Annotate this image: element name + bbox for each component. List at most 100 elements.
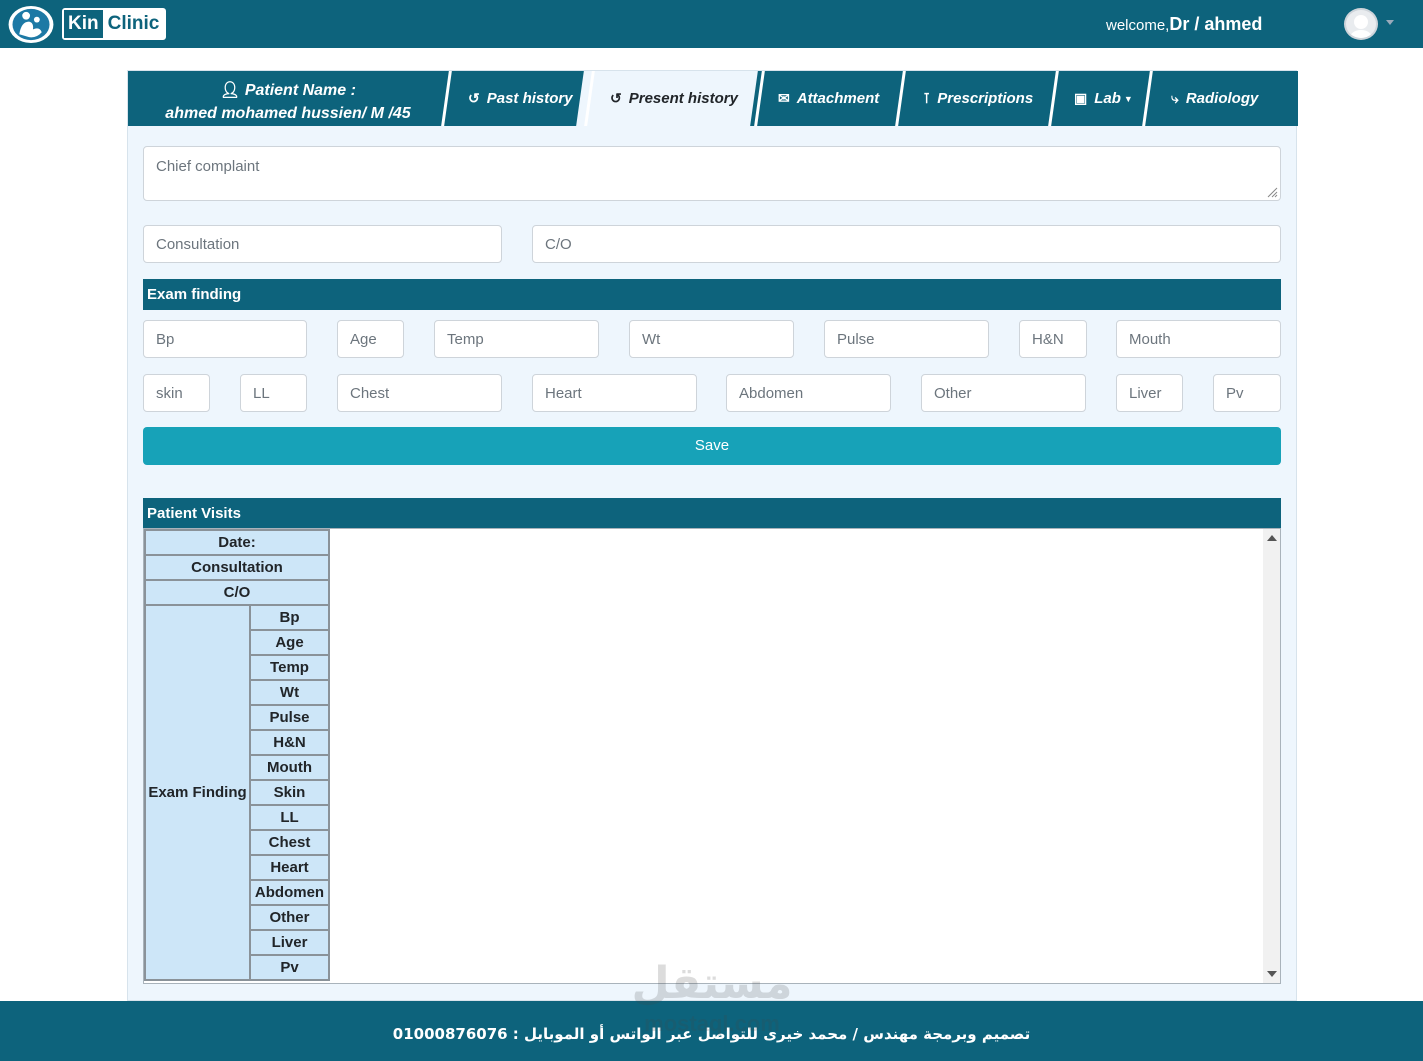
exam-row-cell: LL: [249, 804, 330, 831]
other-input[interactable]: Other: [921, 374, 1086, 412]
clinic-logo-icon[interactable]: [7, 5, 55, 44]
exam-row-cell: Bp: [249, 604, 330, 631]
exam-row-cell: Chest: [249, 829, 330, 856]
heart-placeholder: Heart: [545, 384, 582, 402]
patient-card: 👤︎ Patient Name : ahmed mohamed hussien/…: [127, 70, 1298, 1001]
tab-prescriptions[interactable]: ⊺ Prescriptions: [923, 71, 1033, 126]
liver-input[interactable]: Liver: [1116, 374, 1183, 412]
tab-present-history[interactable]: ↺ Present history: [610, 71, 738, 126]
exam-row-cell: Skin: [249, 779, 330, 806]
abdomen-placeholder: Abdomen: [739, 384, 804, 402]
hn-placeholder: H&N: [1032, 330, 1064, 348]
wt-input[interactable]: Wt: [629, 320, 794, 358]
chest-placeholder: Chest: [350, 384, 390, 402]
skin-input[interactable]: skin: [143, 374, 210, 412]
tab-separator: [895, 71, 906, 126]
welcome-name: ahmed: [1204, 14, 1263, 34]
tab-lab[interactable]: ▣ Lab ▼: [1074, 71, 1133, 126]
tab-label: Radiology: [1185, 90, 1259, 107]
consultation-placeholder: Consultation: [156, 235, 240, 253]
tab-separator: [1142, 71, 1153, 126]
vertical-scrollbar[interactable]: [1263, 529, 1280, 983]
brand-logo[interactable]: Kin Clinic: [62, 8, 167, 40]
mostaql-watermark: مستقل mostaql.com: [622, 955, 802, 1040]
exam-row-cell: Liver: [249, 929, 330, 956]
exam-row-cell: Abdomen: [249, 879, 330, 906]
patient-name-tab[interactable]: 👤︎ Patient Name : ahmed mohamed hussien/…: [128, 79, 448, 125]
bp-input[interactable]: Bp: [143, 320, 307, 358]
date-header-cell: Date:: [144, 529, 330, 556]
mouth-input[interactable]: Mouth: [1116, 320, 1281, 358]
tab-label: Present history: [628, 90, 738, 107]
tab-label: Prescriptions: [937, 90, 1034, 107]
hn-input[interactable]: H&N: [1019, 320, 1087, 358]
other-placeholder: Other: [934, 384, 972, 402]
patient-value: ahmed mohamed hussien/ M /45: [165, 105, 411, 122]
chevron-down-icon: ▼: [1123, 93, 1133, 104]
age-input[interactable]: Age: [337, 320, 404, 358]
patient-label: Patient Name :: [244, 82, 356, 99]
temp-placeholder: Temp: [447, 330, 484, 348]
scroll-up-icon[interactable]: [1267, 535, 1277, 541]
watermark-latin: mostaql.com: [644, 1011, 780, 1036]
co-input[interactable]: C/O: [532, 225, 1281, 263]
tab-past-history[interactable]: ↺ Past history: [468, 71, 573, 126]
ll-input[interactable]: LL: [240, 374, 307, 412]
abdomen-input[interactable]: Abdomen: [726, 374, 891, 412]
exam-row-cell: Pv: [249, 954, 330, 981]
user-icon: 👤︎: [220, 82, 241, 99]
tab-attachment[interactable]: ✉ Attachment: [778, 71, 879, 126]
tab-label: Lab: [1094, 90, 1121, 107]
chief-complaint-textarea[interactable]: Chief complaint: [143, 146, 1281, 201]
welcome-title: Dr: [1169, 14, 1190, 34]
resize-handle-icon[interactable]: [1266, 186, 1278, 198]
welcome-prefix: welcome,: [1106, 17, 1170, 34]
skin-placeholder: skin: [156, 384, 183, 402]
tab-bar: 👤︎ Patient Name : ahmed mohamed hussien/…: [128, 71, 1298, 126]
watermark-arabic: مستقل: [631, 958, 793, 1009]
top-navbar: Kin Clinic welcome,Dr / ahmed: [0, 0, 1423, 48]
consultation-input[interactable]: Consultation: [143, 225, 502, 263]
scroll-down-icon[interactable]: [1267, 971, 1277, 977]
welcome-separator: /: [1189, 14, 1205, 34]
exam-finding-header: Exam finding: [143, 279, 1281, 310]
brand-clinic: Clinic: [107, 13, 160, 34]
exam-row-cell: Age: [249, 629, 330, 656]
user-silhouette-icon: [1349, 15, 1373, 38]
pv-input[interactable]: Pv: [1213, 374, 1281, 412]
exam-row-cell: Pulse: [249, 704, 330, 731]
exam-row-cell: Heart: [249, 854, 330, 881]
mouth-placeholder: Mouth: [1129, 330, 1171, 348]
exam-row-cell: Other: [249, 904, 330, 931]
heart-input[interactable]: Heart: [532, 374, 697, 412]
co-header-cell: C/O: [144, 579, 330, 606]
pulse-input[interactable]: Pulse: [824, 320, 989, 358]
user-avatar[interactable]: [1344, 8, 1378, 40]
chest-input[interactable]: Chest: [337, 374, 502, 412]
temp-input[interactable]: Temp: [434, 320, 599, 358]
history-icon: ↺: [610, 90, 622, 106]
patient-visits-panel[interactable]: Date: Consultation C/O Exam Finding Bp A…: [143, 528, 1281, 984]
exam-row-cell: H&N: [249, 729, 330, 756]
age-placeholder: Age: [350, 330, 377, 348]
exam-finding-header-cell: Exam Finding: [144, 604, 251, 981]
liver-placeholder: Liver: [1129, 384, 1162, 402]
pv-placeholder: Pv: [1226, 384, 1244, 402]
wt-placeholder: Wt: [642, 330, 661, 348]
chevron-down-icon[interactable]: [1386, 20, 1394, 25]
tab-separator: [1048, 71, 1059, 126]
save-button[interactable]: Save: [143, 427, 1281, 465]
consultation-header-cell: Consultation: [144, 554, 330, 581]
ll-placeholder: LL: [253, 384, 270, 402]
exam-row-cell: Wt: [249, 679, 330, 706]
tab-label: Past history: [486, 90, 573, 107]
laptop-icon: ▣: [1074, 90, 1088, 106]
brand-kin: Kin: [64, 10, 103, 38]
glass-icon: ⊺: [923, 90, 931, 106]
envelope-icon: ✉: [778, 90, 790, 106]
tab-radiology[interactable]: ⤷ Radiology: [1171, 71, 1258, 126]
patient-visits-header: Patient Visits: [143, 498, 1281, 529]
exam-row-cell: Temp: [249, 654, 330, 681]
history-icon: ↺: [468, 90, 480, 106]
pulse-placeholder: Pulse: [837, 330, 875, 348]
